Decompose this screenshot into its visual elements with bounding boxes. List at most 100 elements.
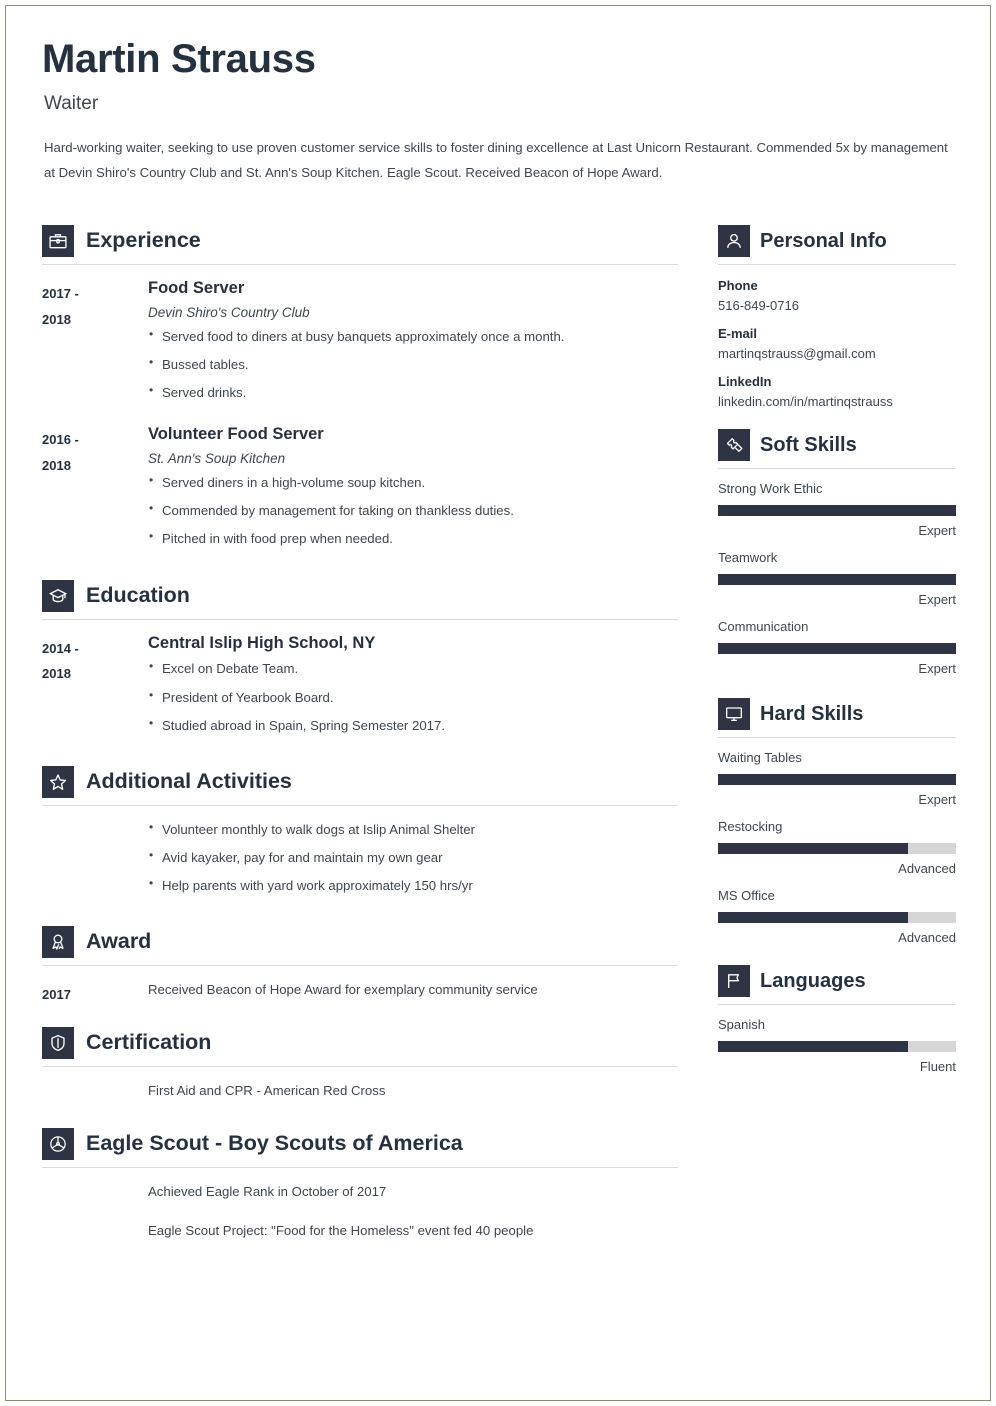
skill-name: Strong Work Ethic	[718, 481, 823, 497]
graduation-cap-icon	[42, 579, 74, 612]
section-header-education: Education	[42, 579, 678, 619]
section-personal-info: Personal Info Phone 516-849-0716 E-mail …	[718, 225, 956, 409]
date-start: 2017 -	[42, 286, 79, 302]
section-title-experience: Experience	[86, 228, 201, 253]
section-title-hard-skills: Hard Skills	[760, 703, 864, 726]
skill-bar-fill	[718, 574, 956, 586]
section-certification: Certification First Aid and CPR - Americ…	[42, 1027, 678, 1110]
entry-bullets: Served food to diners at busy banquets a…	[148, 326, 678, 402]
entry-title: Central Islip High School, NY	[148, 633, 376, 652]
skill-bar-fill	[718, 505, 956, 517]
section-header-eagle-scout: Eagle Scout - Boy Scouts of America	[42, 1127, 678, 1167]
skill-item: Communication Expert	[718, 607, 956, 676]
award-entry: 2017 Received Beacon of Hope Award for e…	[42, 966, 678, 1009]
section-header-soft-skills: Soft Skills	[718, 429, 956, 468]
section-title-certification: Certification	[86, 1030, 212, 1055]
resume-body: Experience 2017 - 2018 Food Server Devin…	[42, 207, 956, 1249]
activities-entry: Volunteer monthly to walk dogs at Islip …	[42, 806, 678, 904]
info-label-email: E-mail	[718, 326, 758, 342]
info-value-phone: 516-849-0716	[718, 298, 799, 314]
section-hard-skills: Hard Skills Waiting Tables Expert Restoc…	[718, 698, 956, 945]
entry-bullets: Excel on Debate Team. President of Yearb…	[148, 658, 678, 735]
section-title-personal-info: Personal Info	[760, 230, 887, 253]
entry-main: Central Islip High School, NY Excel on D…	[148, 634, 678, 744]
entry-title: Food Server	[148, 279, 245, 298]
skill-bar-fill	[718, 843, 909, 855]
flag-icon	[718, 965, 750, 998]
section-header-award: Award	[42, 926, 678, 965]
entry-date: 2017 - 2018	[42, 279, 148, 411]
skill-bar-fill	[718, 912, 909, 924]
skill-bar-track	[718, 505, 956, 517]
section-header-languages: Languages	[718, 965, 956, 1004]
bullet-item: Served diners in a high-volume soup kitc…	[148, 472, 678, 492]
skill-bar-track	[718, 574, 956, 586]
skill-bar-fill	[718, 774, 956, 786]
skill-level: Expert	[918, 792, 956, 808]
briefcase-icon	[42, 225, 74, 258]
entry-main: Achieved Eagle Rank in October of 2017 E…	[42, 1182, 678, 1250]
language-bar-fill	[718, 1041, 909, 1053]
left-column: Experience 2017 - 2018 Food Server Devin…	[42, 207, 678, 1249]
entry-subtitle: St. Ann's Soup Kitchen	[148, 451, 286, 467]
info-value-linkedin[interactable]: linkedin.com/in/martinqstrauss	[718, 394, 956, 409]
date-end: 2018	[42, 311, 71, 327]
section-title-education: Education	[86, 582, 190, 607]
monitor-icon	[718, 698, 750, 731]
section-education: Education 2014 - 2018 Central Islip High…	[42, 579, 678, 744]
bullet-item: Studied abroad in Spain, Spring Semester…	[148, 715, 678, 735]
skill-item: Waiting Tables Expert	[718, 738, 956, 807]
language-bar-track	[718, 1041, 956, 1053]
section-header-personal-info: Personal Info	[718, 225, 956, 264]
language-level: Fluent	[919, 1059, 956, 1075]
info-value-email[interactable]: martinqstrauss@gmail.com	[718, 346, 956, 361]
bullet-item: Bussed tables.	[148, 354, 678, 374]
skill-bar-track	[718, 643, 956, 655]
skill-level: Expert	[918, 523, 956, 539]
skill-name: MS Office	[718, 888, 775, 904]
skill-item: MS Office Advanced	[718, 876, 956, 945]
education-entry: 2014 - 2018 Central Islip High School, N…	[42, 620, 678, 744]
section-header-activities: Additional Activities	[42, 765, 678, 805]
certification-text: First Aid and CPR - American Red Cross	[148, 1083, 386, 1099]
date-end: 2018	[42, 665, 71, 681]
skill-level: Expert	[918, 592, 956, 608]
entry-bullets: Volunteer monthly to walk dogs at Islip …	[148, 819, 678, 895]
date-start: 2014 -	[42, 640, 79, 656]
resume-header: Martin Strauss Waiter Hard-working waite…	[42, 38, 956, 185]
resume-page: Martin Strauss Waiter Hard-working waite…	[0, 0, 996, 1406]
bullet-item: President of Yearbook Board.	[148, 687, 678, 707]
eagle-scout-entry: Achieved Eagle Rank in October of 2017 E…	[42, 1168, 678, 1250]
entry-date: 2017	[42, 980, 148, 1009]
skill-item: Strong Work Ethic Expert	[718, 469, 956, 538]
entry-subtitle: Devin Shiro's Country Club	[148, 304, 310, 320]
skill-item: Restocking Advanced	[718, 807, 956, 876]
resume-summary: Hard-working waiter, seeking to use prov…	[44, 140, 948, 181]
skill-bar-track	[718, 774, 956, 786]
section-languages: Languages Spanish Fluent	[718, 965, 956, 1074]
date-start: 2017	[42, 987, 71, 1003]
bullet-item: Help parents with yard work approximatel…	[148, 875, 678, 895]
eagle-scout-line: Achieved Eagle Rank in October of 2017	[148, 1183, 387, 1199]
entry-main: Received Beacon of Hope Award for exempl…	[148, 980, 678, 1009]
skill-name: Communication	[718, 619, 809, 635]
skill-level: Expert	[918, 661, 956, 677]
section-title-languages: Languages	[760, 970, 866, 993]
entry-main: First Aid and CPR - American Red Cross	[42, 1081, 678, 1110]
scout-emblem-icon	[42, 1127, 74, 1160]
section-title-eagle-scout: Eagle Scout - Boy Scouts of America	[86, 1131, 463, 1156]
skill-bar-track	[718, 843, 956, 855]
bullet-item: Commended by management for taking on th…	[148, 500, 678, 520]
shield-icon	[42, 1027, 74, 1060]
section-title-award: Award	[86, 929, 152, 954]
bullet-item: Avid kayaker, pay for and maintain my ow…	[148, 847, 678, 867]
bullet-item: Pitched in with food prep when needed.	[148, 528, 678, 548]
star-icon	[42, 765, 74, 798]
entry-bullets: Served diners in a high-volume soup kitc…	[148, 472, 678, 548]
award-text: Received Beacon of Hope Award for exempl…	[148, 982, 538, 998]
section-eagle-scout: Eagle Scout - Boy Scouts of America Achi…	[42, 1127, 678, 1250]
eagle-scout-line: Eagle Scout Project: "Food for the Homel…	[148, 1222, 534, 1238]
entry-date: 2014 - 2018	[42, 634, 148, 744]
candidate-name: Martin Strauss	[42, 37, 316, 81]
column-gap	[678, 207, 718, 1249]
